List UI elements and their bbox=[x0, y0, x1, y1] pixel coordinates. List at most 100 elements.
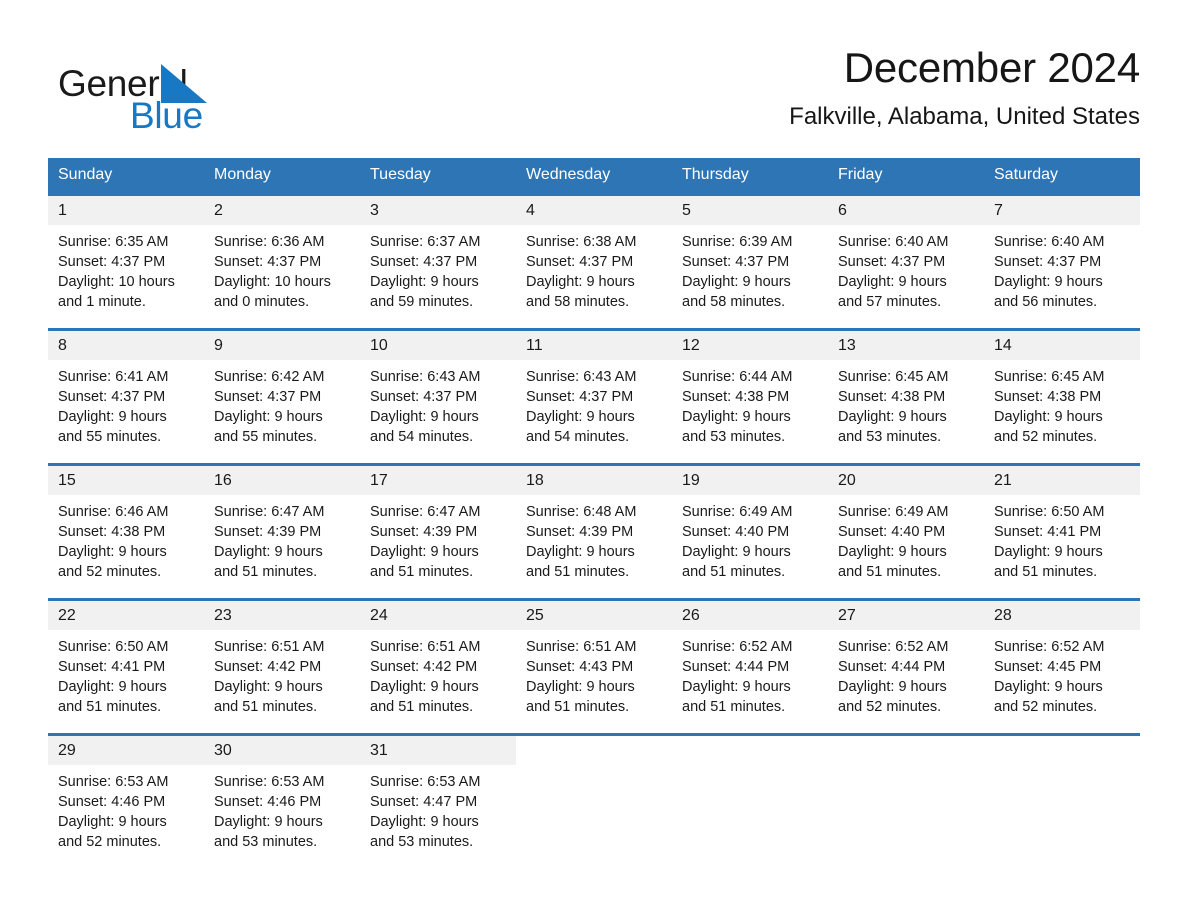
daylight-text-line2: and 51 minutes. bbox=[214, 564, 318, 580]
day-cell[interactable]: 29 Sunrise: 6:53 AM Sunset: 4:46 PM Dayligh… bbox=[48, 733, 204, 853]
sunrise-text: Sunrise: 6:49 AM bbox=[682, 504, 793, 520]
day-cell[interactable]: 24 Sunrise: 6:51 AM Sunset: 4:42 PM Dayligh… bbox=[360, 598, 516, 735]
daylight-text-line1: Daylight: 9 hours bbox=[370, 274, 479, 290]
daylight-text-line2: and 59 minutes. bbox=[370, 294, 474, 310]
daylight-text-line2: and 52 minutes. bbox=[58, 834, 162, 850]
day-cell[interactable]: 28 Sunrise: 6:52 AM Sunset: 4:45 PM Dayligh… bbox=[984, 598, 1140, 735]
day-cell[interactable]: 8 Sunrise: 6:41 AM Sunset: 4:37 PM Daylight… bbox=[48, 328, 204, 465]
day-number: 23 bbox=[204, 601, 360, 630]
day-cell[interactable]: 19 Sunrise: 6:49 AM Sunset: 4:40 PM Dayligh… bbox=[672, 463, 828, 600]
day-cell[interactable]: 25 Sunrise: 6:51 AM Sunset: 4:43 PM Dayligh… bbox=[516, 598, 672, 735]
sunset-text: Sunset: 4:37 PM bbox=[58, 254, 166, 270]
sunset-text: Sunset: 4:38 PM bbox=[682, 389, 790, 405]
calendar-week-row: 29 Sunrise: 6:53 AM Sunset: 4:46 PM Dayligh… bbox=[48, 733, 1140, 853]
title-block: December 2024 Falkville, Alabama, United… bbox=[440, 40, 1140, 132]
day-cell-empty bbox=[516, 733, 672, 853]
sunset-text: Sunset: 4:37 PM bbox=[838, 254, 946, 270]
day-cell[interactable]: 4 Sunrise: 6:38 AM Sunset: 4:37 PM Daylight… bbox=[516, 193, 672, 330]
day-cell[interactable]: 18 Sunrise: 6:48 AM Sunset: 4:39 PM Dayligh… bbox=[516, 463, 672, 600]
day-cell[interactable]: 22 Sunrise: 6:50 AM Sunset: 4:41 PM Dayligh… bbox=[48, 598, 204, 735]
logo-text-blue: Blue bbox=[130, 95, 203, 136]
day-cell[interactable]: 7 Sunrise: 6:40 AM Sunset: 4:37 PM Daylight… bbox=[984, 193, 1140, 330]
sunrise-text: Sunrise: 6:47 AM bbox=[370, 504, 481, 520]
day-number: 18 bbox=[516, 466, 672, 495]
daylight-text-line1: Daylight: 9 hours bbox=[994, 409, 1103, 425]
day-number: 6 bbox=[828, 196, 984, 225]
day-cell[interactable]: 31 Sunrise: 6:53 AM Sunset: 4:47 PM Dayligh… bbox=[360, 733, 516, 853]
day-cell[interactable]: 16 Sunrise: 6:47 AM Sunset: 4:39 PM Dayligh… bbox=[204, 463, 360, 600]
day-cell[interactable]: 15 Sunrise: 6:46 AM Sunset: 4:38 PM Dayligh… bbox=[48, 463, 204, 600]
day-cell[interactable]: 21 Sunrise: 6:50 AM Sunset: 4:41 PM Dayligh… bbox=[984, 463, 1140, 600]
daylight-text-line2: and 58 minutes. bbox=[526, 294, 630, 310]
day-cell[interactable]: 30 Sunrise: 6:53 AM Sunset: 4:46 PM Dayligh… bbox=[204, 733, 360, 853]
sunrise-text: Sunrise: 6:52 AM bbox=[682, 639, 793, 655]
location-subtitle: Falkville, Alabama, United States bbox=[789, 103, 1140, 130]
sunrise-text: Sunrise: 6:53 AM bbox=[214, 774, 325, 790]
daylight-text-line2: and 54 minutes. bbox=[370, 429, 474, 445]
day-cell[interactable]: 14 Sunrise: 6:45 AM Sunset: 4:38 PM Dayligh… bbox=[984, 328, 1140, 465]
sunrise-text: Sunrise: 6:35 AM bbox=[58, 234, 169, 250]
day-details: Sunrise: 6:53 AM Sunset: 4:46 PM Daylight:… bbox=[204, 765, 360, 852]
calendar-body: 1 Sunrise: 6:35 AM Sunset: 4:37 PM Daylight… bbox=[48, 193, 1140, 853]
day-number: 31 bbox=[360, 736, 516, 765]
sunset-text: Sunset: 4:46 PM bbox=[58, 794, 166, 810]
day-cell[interactable]: 13 Sunrise: 6:45 AM Sunset: 4:38 PM Dayligh… bbox=[828, 328, 984, 465]
day-number: 10 bbox=[360, 331, 516, 360]
day-details: Sunrise: 6:45 AM Sunset: 4:38 PM Daylight:… bbox=[984, 360, 1140, 447]
sunrise-text: Sunrise: 6:43 AM bbox=[526, 369, 637, 385]
logo[interactable]: General Blue bbox=[58, 52, 288, 142]
day-cell[interactable]: 1 Sunrise: 6:35 AM Sunset: 4:37 PM Daylight… bbox=[48, 193, 204, 330]
day-cell[interactable]: 10 Sunrise: 6:43 AM Sunset: 4:37 PM Dayligh… bbox=[360, 328, 516, 465]
sunrise-text: Sunrise: 6:44 AM bbox=[682, 369, 793, 385]
daylight-text-line1: Daylight: 9 hours bbox=[370, 679, 479, 695]
sunset-text: Sunset: 4:37 PM bbox=[58, 389, 166, 405]
sunset-text: Sunset: 4:41 PM bbox=[58, 659, 166, 675]
sunset-text: Sunset: 4:37 PM bbox=[526, 389, 634, 405]
day-number bbox=[828, 736, 984, 765]
sunrise-text: Sunrise: 6:46 AM bbox=[58, 504, 169, 520]
day-cell[interactable]: 12 Sunrise: 6:44 AM Sunset: 4:38 PM Dayligh… bbox=[672, 328, 828, 465]
sunrise-text: Sunrise: 6:36 AM bbox=[214, 234, 325, 250]
day-cell[interactable]: 2 Sunrise: 6:36 AM Sunset: 4:37 PM Daylight… bbox=[204, 193, 360, 330]
daylight-text-line1: Daylight: 9 hours bbox=[526, 679, 635, 695]
day-number: 26 bbox=[672, 601, 828, 630]
sunset-text: Sunset: 4:41 PM bbox=[994, 524, 1102, 540]
page-header: General Blue December 2024 Falkville, Al… bbox=[48, 40, 1140, 148]
daylight-text-line1: Daylight: 9 hours bbox=[58, 409, 167, 425]
sunrise-text: Sunrise: 6:45 AM bbox=[994, 369, 1105, 385]
daylight-text-line2: and 54 minutes. bbox=[526, 429, 630, 445]
day-details: Sunrise: 6:52 AM Sunset: 4:44 PM Daylight:… bbox=[672, 630, 828, 717]
column-header-friday: Friday bbox=[828, 158, 984, 195]
day-cell[interactable]: 17 Sunrise: 6:47 AM Sunset: 4:39 PM Dayligh… bbox=[360, 463, 516, 600]
day-cell[interactable]: 6 Sunrise: 6:40 AM Sunset: 4:37 PM Daylight… bbox=[828, 193, 984, 330]
day-cell[interactable]: 9 Sunrise: 6:42 AM Sunset: 4:37 PM Daylight… bbox=[204, 328, 360, 465]
day-cell[interactable]: 26 Sunrise: 6:52 AM Sunset: 4:44 PM Dayligh… bbox=[672, 598, 828, 735]
daylight-text-line1: Daylight: 9 hours bbox=[682, 679, 791, 695]
day-details: Sunrise: 6:36 AM Sunset: 4:37 PM Daylight:… bbox=[204, 225, 360, 312]
day-cell[interactable]: 3 Sunrise: 6:37 AM Sunset: 4:37 PM Daylight… bbox=[360, 193, 516, 330]
column-header-tuesday: Tuesday bbox=[360, 158, 516, 195]
day-cell[interactable]: 20 Sunrise: 6:49 AM Sunset: 4:40 PM Dayligh… bbox=[828, 463, 984, 600]
sunrise-text: Sunrise: 6:53 AM bbox=[370, 774, 481, 790]
sunset-text: Sunset: 4:39 PM bbox=[370, 524, 478, 540]
daylight-text-line1: Daylight: 9 hours bbox=[682, 544, 791, 560]
day-cell[interactable]: 5 Sunrise: 6:39 AM Sunset: 4:37 PM Daylight… bbox=[672, 193, 828, 330]
column-header-thursday: Thursday bbox=[672, 158, 828, 195]
daylight-text-line1: Daylight: 9 hours bbox=[58, 679, 167, 695]
column-header-monday: Monday bbox=[204, 158, 360, 195]
sunrise-text: Sunrise: 6:43 AM bbox=[370, 369, 481, 385]
day-cell[interactable]: 27 Sunrise: 6:52 AM Sunset: 4:44 PM Dayligh… bbox=[828, 598, 984, 735]
day-details: Sunrise: 6:46 AM Sunset: 4:38 PM Daylight:… bbox=[48, 495, 204, 582]
day-cell[interactable]: 11 Sunrise: 6:43 AM Sunset: 4:37 PM Dayligh… bbox=[516, 328, 672, 465]
day-number: 27 bbox=[828, 601, 984, 630]
day-details: Sunrise: 6:35 AM Sunset: 4:37 PM Daylight:… bbox=[48, 225, 204, 312]
day-details: Sunrise: 6:49 AM Sunset: 4:40 PM Daylight:… bbox=[672, 495, 828, 582]
day-number: 9 bbox=[204, 331, 360, 360]
day-details: Sunrise: 6:43 AM Sunset: 4:37 PM Daylight:… bbox=[516, 360, 672, 447]
day-details: Sunrise: 6:43 AM Sunset: 4:37 PM Daylight:… bbox=[360, 360, 516, 447]
daylight-text-line2: and 52 minutes. bbox=[58, 564, 162, 580]
daylight-text-line2: and 56 minutes. bbox=[994, 294, 1098, 310]
day-cell[interactable]: 23 Sunrise: 6:51 AM Sunset: 4:42 PM Dayligh… bbox=[204, 598, 360, 735]
daylight-text-line1: Daylight: 9 hours bbox=[370, 544, 479, 560]
daylight-text-line1: Daylight: 9 hours bbox=[682, 409, 791, 425]
